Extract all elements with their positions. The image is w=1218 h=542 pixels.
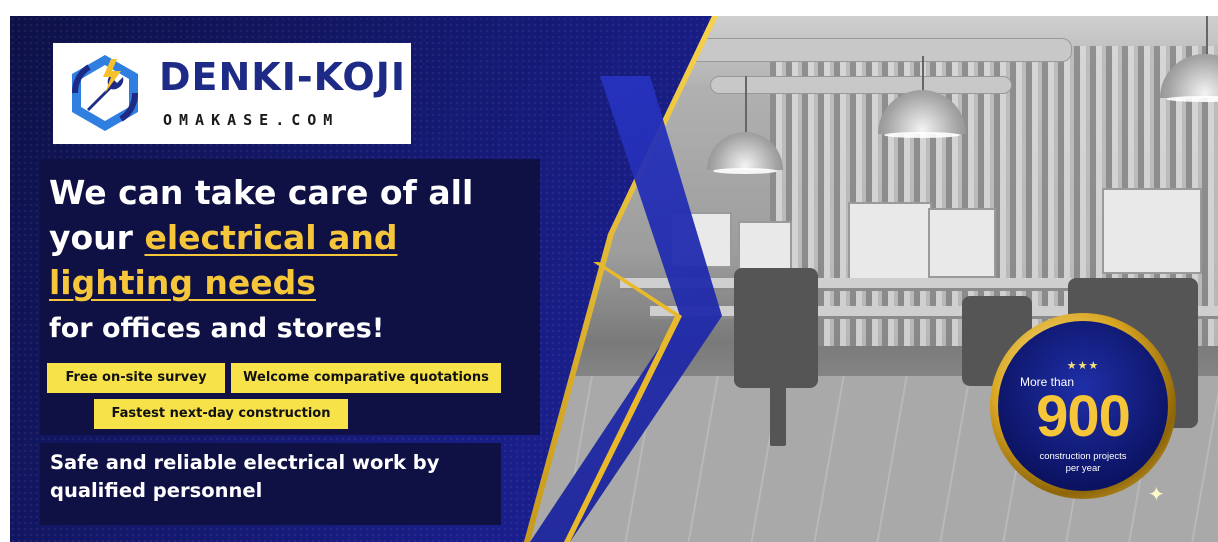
tag-comparative-quotations: Welcome comparative quotations xyxy=(231,363,501,393)
headline-highlight-b: lighting needs xyxy=(49,263,316,302)
badge-number: 900 xyxy=(1036,384,1131,449)
tag-free-survey: Free on-site survey xyxy=(47,363,225,393)
office-chair xyxy=(734,268,818,388)
sparkle-icon: ✦ xyxy=(1148,482,1165,506)
headline: We can take care of all your electrical … xyxy=(49,170,539,349)
hero-banner: DENKI-KOJI OMAKASE.COM We can take care … xyxy=(10,16,1218,542)
monitor xyxy=(738,221,792,270)
logo[interactable]: DENKI-KOJI OMAKASE.COM xyxy=(53,43,411,144)
headline-highlight-a: electrical and xyxy=(144,218,398,257)
headline-line4: for offices and stores! xyxy=(49,313,385,344)
duct-pipe xyxy=(650,38,1072,62)
headline-line2-prefix: your xyxy=(49,218,145,257)
office-chair xyxy=(770,376,786,446)
monitor xyxy=(928,208,996,278)
logo-subtitle: OMAKASE.COM xyxy=(163,111,340,129)
monitor xyxy=(848,202,932,282)
monitor xyxy=(1102,188,1202,274)
projects-badge: ★★★ More than 900 construction projects … xyxy=(990,313,1176,499)
badge-inner: ★★★ More than 900 construction projects … xyxy=(998,321,1168,491)
tag-next-day-construction: Fastest next-day construction xyxy=(94,399,348,429)
duct-pipe xyxy=(710,76,1012,94)
subline: Safe and reliable electrical work by qua… xyxy=(50,451,440,502)
lamp-cord xyxy=(745,76,747,136)
badge-stars: ★★★ xyxy=(1066,359,1100,372)
badge-suffix: construction projects per year xyxy=(1039,451,1127,474)
lamp-cord xyxy=(1206,16,1208,58)
headline-line1: We can take care of all xyxy=(49,173,474,212)
wrench-bolt-icon xyxy=(71,55,139,131)
logo-title: DENKI-KOJI xyxy=(159,55,406,99)
